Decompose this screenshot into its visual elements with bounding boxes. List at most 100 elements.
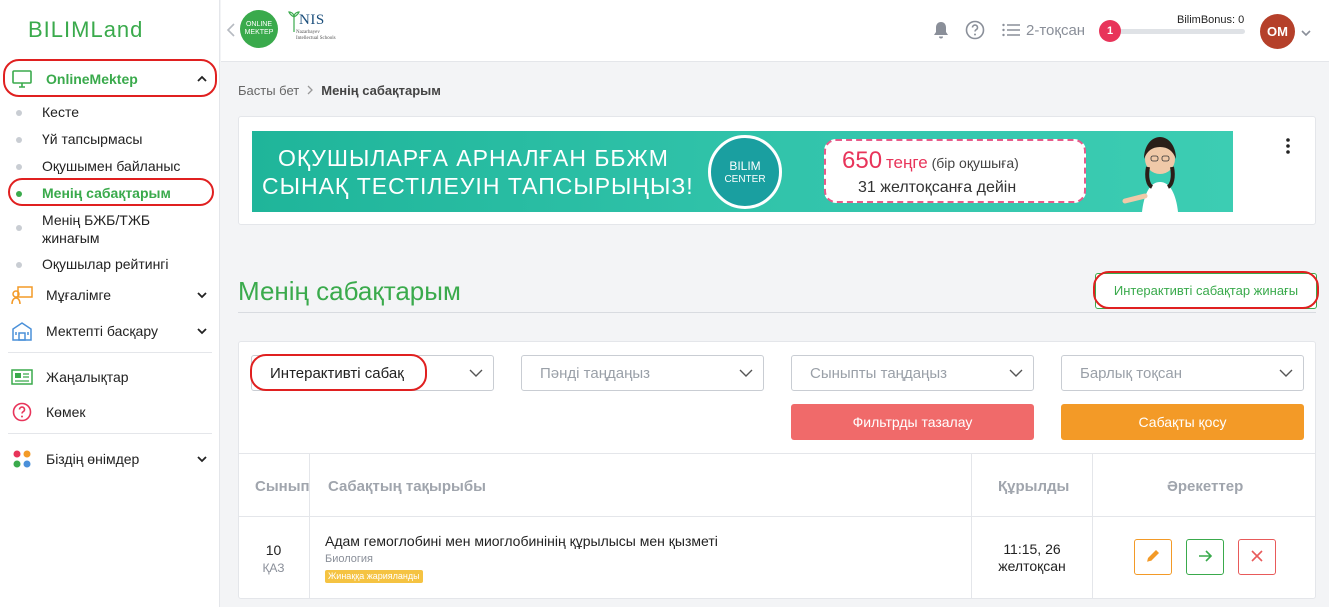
lesson-title[interactable]: Адам гемоглобині мен миоглобинінің құрыл… (325, 533, 718, 549)
onlinemektep-logo-text: ONLINE MEKTEP (244, 21, 274, 36)
banner-headline-1: ОҚУШЫЛАРҒА АРНАЛҒАН ББЖМ (278, 145, 669, 171)
bullet-dot (16, 262, 22, 268)
delete-lesson-button[interactable] (1238, 539, 1276, 575)
price-line: 650 теңге (бір оқушыға) (842, 147, 1019, 175)
column-header-created: Құрылды (998, 478, 1070, 495)
subject-select-placeholder: Пәнді таңдаңыз (540, 364, 651, 382)
bullet-dot (16, 225, 22, 231)
chevron-down-icon (469, 366, 483, 380)
teacher-icon (10, 283, 34, 307)
sidebar-item-label: Жаңалықтар (46, 369, 129, 385)
price-box: 650 теңге (бір оқушыға) 31 желтоқсанға д… (824, 139, 1086, 203)
annotation-highlight (250, 354, 427, 391)
cell-created: 11:15, 26 желтоқсан (972, 541, 1092, 575)
price-number: 650 (842, 147, 883, 174)
sidebar-item-label: Мектепті басқару (46, 323, 158, 339)
close-icon (1250, 549, 1264, 566)
sidebar-divider (8, 352, 212, 353)
bilim-center-logo: BILIM CENTER (708, 135, 782, 209)
table-column-divider (1092, 453, 1093, 598)
open-lesson-button[interactable] (1186, 539, 1224, 575)
more-options-icon[interactable] (1282, 136, 1294, 156)
table-top-border (238, 453, 1316, 454)
column-header-actions: Әрекеттер (1167, 478, 1244, 495)
bilim-center-logo-line2: CENTER (724, 174, 766, 185)
subject-select[interactable]: Пәнді таңдаңыз (521, 355, 764, 391)
column-header-topic: Сабақтың тақырыбы (328, 478, 486, 495)
bullet-dot (16, 110, 22, 116)
breadcrumb-current: Менің сабақтарым (321, 83, 441, 98)
bell-icon[interactable] (931, 20, 951, 40)
avatar[interactable]: OM (1260, 14, 1295, 49)
bullet-dot (16, 164, 22, 170)
sidebar-subitem-students-rating[interactable]: Оқушылар рейтингі (12, 256, 212, 272)
collapse-sidebar-icon[interactable] (226, 22, 236, 38)
person-illustration (1120, 131, 1200, 212)
sidebar-item-label: Көмек (46, 404, 86, 420)
add-lesson-button[interactable]: Сабақты қосу (1061, 404, 1304, 440)
breadcrumb-home[interactable]: Басты бет (238, 83, 299, 98)
chevron-down-icon (1009, 366, 1023, 380)
sidebar-subitem-label: Кесте (42, 104, 79, 120)
sidebar-subitem-label: Оқушылар рейтингі (42, 256, 169, 272)
list-icon[interactable] (1001, 20, 1021, 40)
school-icon (10, 319, 34, 343)
bilim-center-logo-line1: BILIM (729, 159, 761, 173)
annotation-highlight (3, 59, 217, 97)
promo-banner[interactable]: ОҚУШЫЛАРҒА АРНАЛҒАН ББЖМ СЫНАҚ ТЕСТІЛЕУІ… (252, 131, 1233, 212)
sidebar-item-school-management[interactable]: Мектепті басқару (8, 315, 213, 347)
sidebar-subitem-homework[interactable]: Үй тапсырмасы (12, 131, 212, 147)
lesson-subject: Биология (325, 553, 374, 565)
arrow-right-icon (1197, 548, 1213, 567)
class-select-placeholder: Сыныпты таңдаңыз (810, 364, 947, 382)
notification-badge: 1 (1099, 20, 1121, 42)
table-column-divider (309, 453, 310, 598)
chevron-down-icon (195, 288, 209, 302)
sidebar-item-news[interactable]: Жаңалықтар (8, 361, 213, 393)
sidebar-item-teacher[interactable]: Мұғалімге (8, 279, 213, 311)
price-deadline: 31 желтоқсанға дейін (858, 179, 1017, 196)
quarter-select[interactable]: Барлық тоқсан (1061, 355, 1304, 391)
price-unit: теңге (885, 153, 928, 172)
sidebar-subitem-label: Оқушымен байланыс (42, 158, 181, 174)
bilimbonus-progress-bar (1119, 29, 1245, 34)
chevron-down-icon (195, 452, 209, 466)
clear-filters-button[interactable]: Фильтрды тазалау (791, 404, 1034, 440)
breadcrumb: Басты бет Менің сабақтарым (238, 83, 441, 98)
products-icon (10, 447, 34, 471)
quarter-select-placeholder: Барлық тоқсан (1080, 364, 1183, 382)
annotation-highlight (1093, 271, 1319, 309)
bullet-dot (16, 137, 22, 143)
language-label: ҚАЗ (262, 561, 285, 575)
cell-grade: 10 ҚАЗ (238, 542, 309, 575)
help-circle-icon[interactable] (965, 20, 985, 40)
annotation-highlight (8, 178, 214, 206)
class-select[interactable]: Сыныпты таңдаңыз (791, 355, 1034, 391)
bilimland-logo[interactable]: BILIMLand (28, 17, 143, 43)
grade-value: 10 (265, 542, 282, 558)
sidebar-divider (8, 433, 212, 434)
sidebar-item-our-products[interactable]: Біздің өнімдер (8, 443, 213, 475)
nis-logo-subtitle: Nazarbayev Intellectual Schools (296, 30, 336, 41)
chevron-down-icon[interactable] (1300, 26, 1312, 38)
sidebar-item-help[interactable]: Көмек (8, 396, 213, 428)
sidebar: BILIMLand OnlineMektep Кесте Үй тапсырма… (0, 0, 220, 607)
bilimbonus-label: BilimBonus: 0 (1177, 14, 1245, 26)
table-header-border (238, 516, 1316, 517)
onlinemektep-logo[interactable]: ONLINE MEKTEP (240, 10, 278, 48)
news-icon (10, 365, 34, 389)
current-quarter[interactable]: 2-тоқсан (1026, 22, 1085, 39)
chevron-down-icon (739, 366, 753, 380)
sidebar-item-label: Біздің өнімдер (46, 451, 140, 467)
sidebar-subitem-student-contact[interactable]: Оқушымен байланыс (12, 158, 212, 174)
banner-headline-2: СЫНАҚ ТЕСТІЛЕУІН ТАПСЫРЫҢЫЗ! (262, 173, 694, 199)
chevron-down-icon (1279, 366, 1293, 380)
edit-lesson-button[interactable] (1134, 539, 1172, 575)
status-badge: Жинаққа жарияланды (325, 570, 423, 583)
column-header-grade: Сынып (255, 478, 310, 495)
sidebar-subitem-my-collection[interactable]: Менің БЖБ/ТЖБ жинағым (12, 211, 212, 247)
sidebar-subitem-schedule[interactable]: Кесте (12, 104, 212, 120)
chevron-down-icon (195, 324, 209, 338)
sidebar-subitem-label: Менің БЖБ/ТЖБ жинағым (42, 212, 151, 246)
created-date: желтоқсан (998, 558, 1066, 574)
